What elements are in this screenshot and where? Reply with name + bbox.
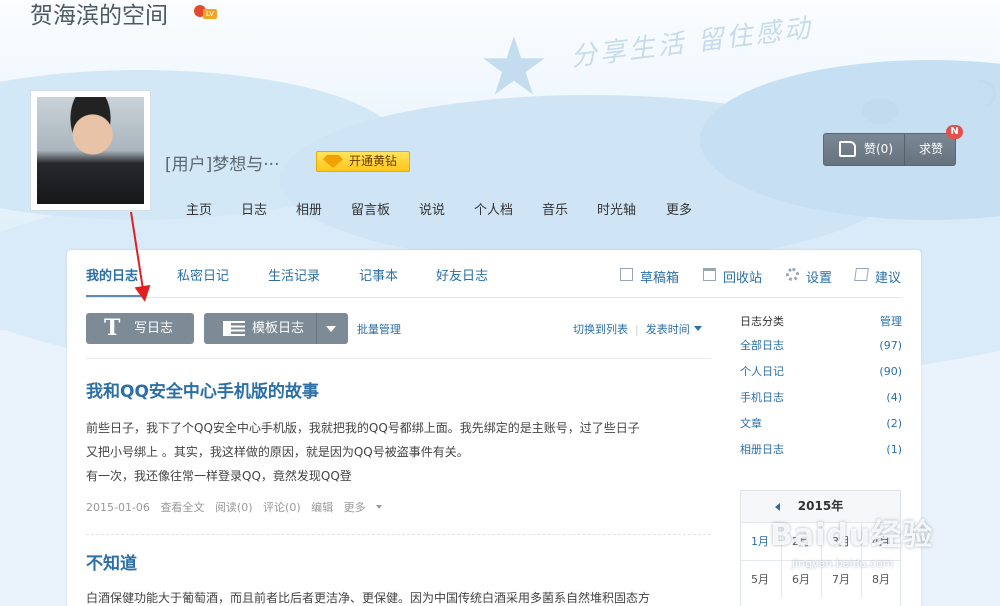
post-date: 2015-01-06: [86, 501, 150, 514]
category-heading: 日志分类: [740, 315, 784, 328]
post-meta: 2015-01-06 查看全文 阅读(0) 评论(0) 编辑 更多: [86, 499, 711, 515]
blog-post: 不知道 白酒保健功能大于葡萄酒，而且前者比后者更洁净、更保健。因为中国传统白酒采…: [86, 549, 711, 606]
trash-icon: [703, 268, 716, 281]
batch-manage-link[interactable]: 批量管理: [357, 321, 401, 337]
like-label: 赞(0): [864, 142, 893, 156]
chevron-down-icon: [376, 505, 383, 509]
watermark-url: jingyan.baidu.com: [792, 557, 894, 570]
chevron-down-icon[interactable]: [326, 326, 336, 332]
edit-link[interactable]: 编辑: [311, 501, 333, 514]
nav-item-home[interactable]: 主页: [186, 199, 212, 218]
username[interactable]: [用户]梦想与···: [165, 150, 279, 175]
nav-item-album[interactable]: 相册: [296, 199, 322, 218]
blog-category-sidebar: 日志分类 管理 全部日志 (97) 个人日记 (90) 手机日志 (4) 文章 (2) …: [740, 313, 902, 463]
toolbar-divider: [86, 358, 711, 359]
nav-item-shuoshuo[interactable]: 说说: [419, 199, 445, 218]
edit-icon: [854, 268, 869, 281]
new-badge: N: [946, 125, 963, 139]
settings-button[interactable]: 设置: [786, 267, 832, 286]
write-blog-button[interactable]: T 写日志: [86, 313, 194, 344]
more-dropdown[interactable]: 更多: [344, 501, 390, 514]
tab-notebook[interactable]: 记事本: [359, 265, 398, 284]
nav-item-blog[interactable]: 日志: [241, 199, 267, 218]
drafts-icon: [620, 268, 633, 281]
like-button[interactable]: 赞(0): [824, 134, 905, 165]
switch-to-list-link[interactable]: 切换到列表: [573, 323, 628, 336]
calendar-month: 5月: [741, 560, 781, 598]
tab-friends-blog[interactable]: 好友日志: [436, 265, 488, 284]
tab-life-record[interactable]: 生活记录: [268, 265, 320, 284]
category-item[interactable]: 相册日志 (1): [740, 437, 902, 463]
suggest-button[interactable]: 建议: [854, 267, 901, 286]
recycle-bin-button[interactable]: 回收站: [703, 267, 762, 286]
layout-icon: [223, 321, 245, 336]
gear-icon: [786, 268, 799, 281]
post-separator: [86, 534, 711, 535]
ask-like-button[interactable]: 求赞: [906, 134, 956, 165]
tab-private-diary[interactable]: 私密日记: [177, 265, 229, 284]
template-blog-button[interactable]: 模板日志: [204, 313, 348, 344]
nav-item-music[interactable]: 音乐: [542, 199, 568, 218]
comment-count[interactable]: 评论(0): [263, 501, 301, 514]
chat-bubble-icon: [862, 98, 898, 124]
diamond-icon: [323, 155, 343, 168]
nav-item-guestbook[interactable]: 留言板: [351, 199, 390, 218]
open-vip-label: 开通黄钻: [349, 154, 398, 168]
thumbs-up-icon: [839, 141, 856, 157]
sort-by-time-dropdown[interactable]: 发表时间: [646, 323, 690, 336]
nav-item-profile[interactable]: 个人档: [474, 199, 513, 218]
category-manage-link[interactable]: 管理: [880, 313, 902, 329]
post-excerpt: 白酒保健功能大于葡萄酒，而且前者比后者更洁净、更保健。因为中国传统白酒采用多菌系…: [86, 591, 651, 605]
view-full-link[interactable]: 查看全文: [160, 501, 204, 514]
read-count[interactable]: 阅读(0): [215, 501, 253, 514]
view-controls: 切换到列表 | 发表时间: [573, 321, 702, 337]
category-item[interactable]: 个人日记 (90): [740, 359, 902, 385]
banner-slogan-graphic: 分享生活 留住感动: [569, 13, 815, 73]
level-badge-icon[interactable]: LV: [194, 5, 218, 21]
template-blog-label: 模板日志: [252, 321, 305, 336]
category-item[interactable]: 文章 (2): [740, 411, 902, 437]
baidu-jingyan-watermark: Baidu经验: [770, 518, 934, 553]
open-vip-button[interactable]: 开通黄钻: [316, 151, 410, 172]
qzone-star-icon: ★: [478, 20, 550, 113]
tab-my-blog[interactable]: 我的日志: [86, 265, 138, 284]
space-title[interactable]: 贺海滨的空间: [30, 0, 168, 30]
category-item[interactable]: 全部日志 (97): [740, 333, 902, 359]
category-item[interactable]: 手机日志 (4): [740, 385, 902, 411]
like-box: 赞(0) 求赞: [823, 133, 956, 166]
page: ★ 分享生活 留住感动 贺海滨的空间 LV [用户]梦想与··· 开通黄钻 主页…: [0, 0, 1000, 606]
nav-item-more[interactable]: 更多: [666, 199, 692, 218]
post-title[interactable]: 不知道: [86, 549, 711, 574]
blog-post: 我和QQ安全中心手机版的故事 前些日子，我下了个QQ安全中心手机版，我就把我的Q…: [86, 377, 711, 515]
text-t-icon: T: [104, 315, 121, 341]
blog-tabs: 我的日志 私密日记 生活记录 记事本 好友日志 草稿箱 回收站 设置 建议: [67, 250, 921, 298]
post-title[interactable]: 我和QQ安全中心手机版的故事: [86, 377, 711, 402]
nav-item-timeline[interactable]: 时光轴: [597, 199, 636, 218]
avatar-photo: [37, 97, 144, 204]
drafts-button[interactable]: 草稿箱: [620, 267, 679, 286]
avatar[interactable]: [30, 90, 151, 211]
write-blog-label: 写日志: [134, 321, 174, 336]
chevron-down-icon[interactable]: [693, 326, 702, 331]
post-excerpt: 前些日子，我下了个QQ安全中心手机版，我就把我的QQ号都绑上面。我先绑定的是主账…: [86, 421, 640, 483]
tabs-divider: [86, 297, 902, 298]
